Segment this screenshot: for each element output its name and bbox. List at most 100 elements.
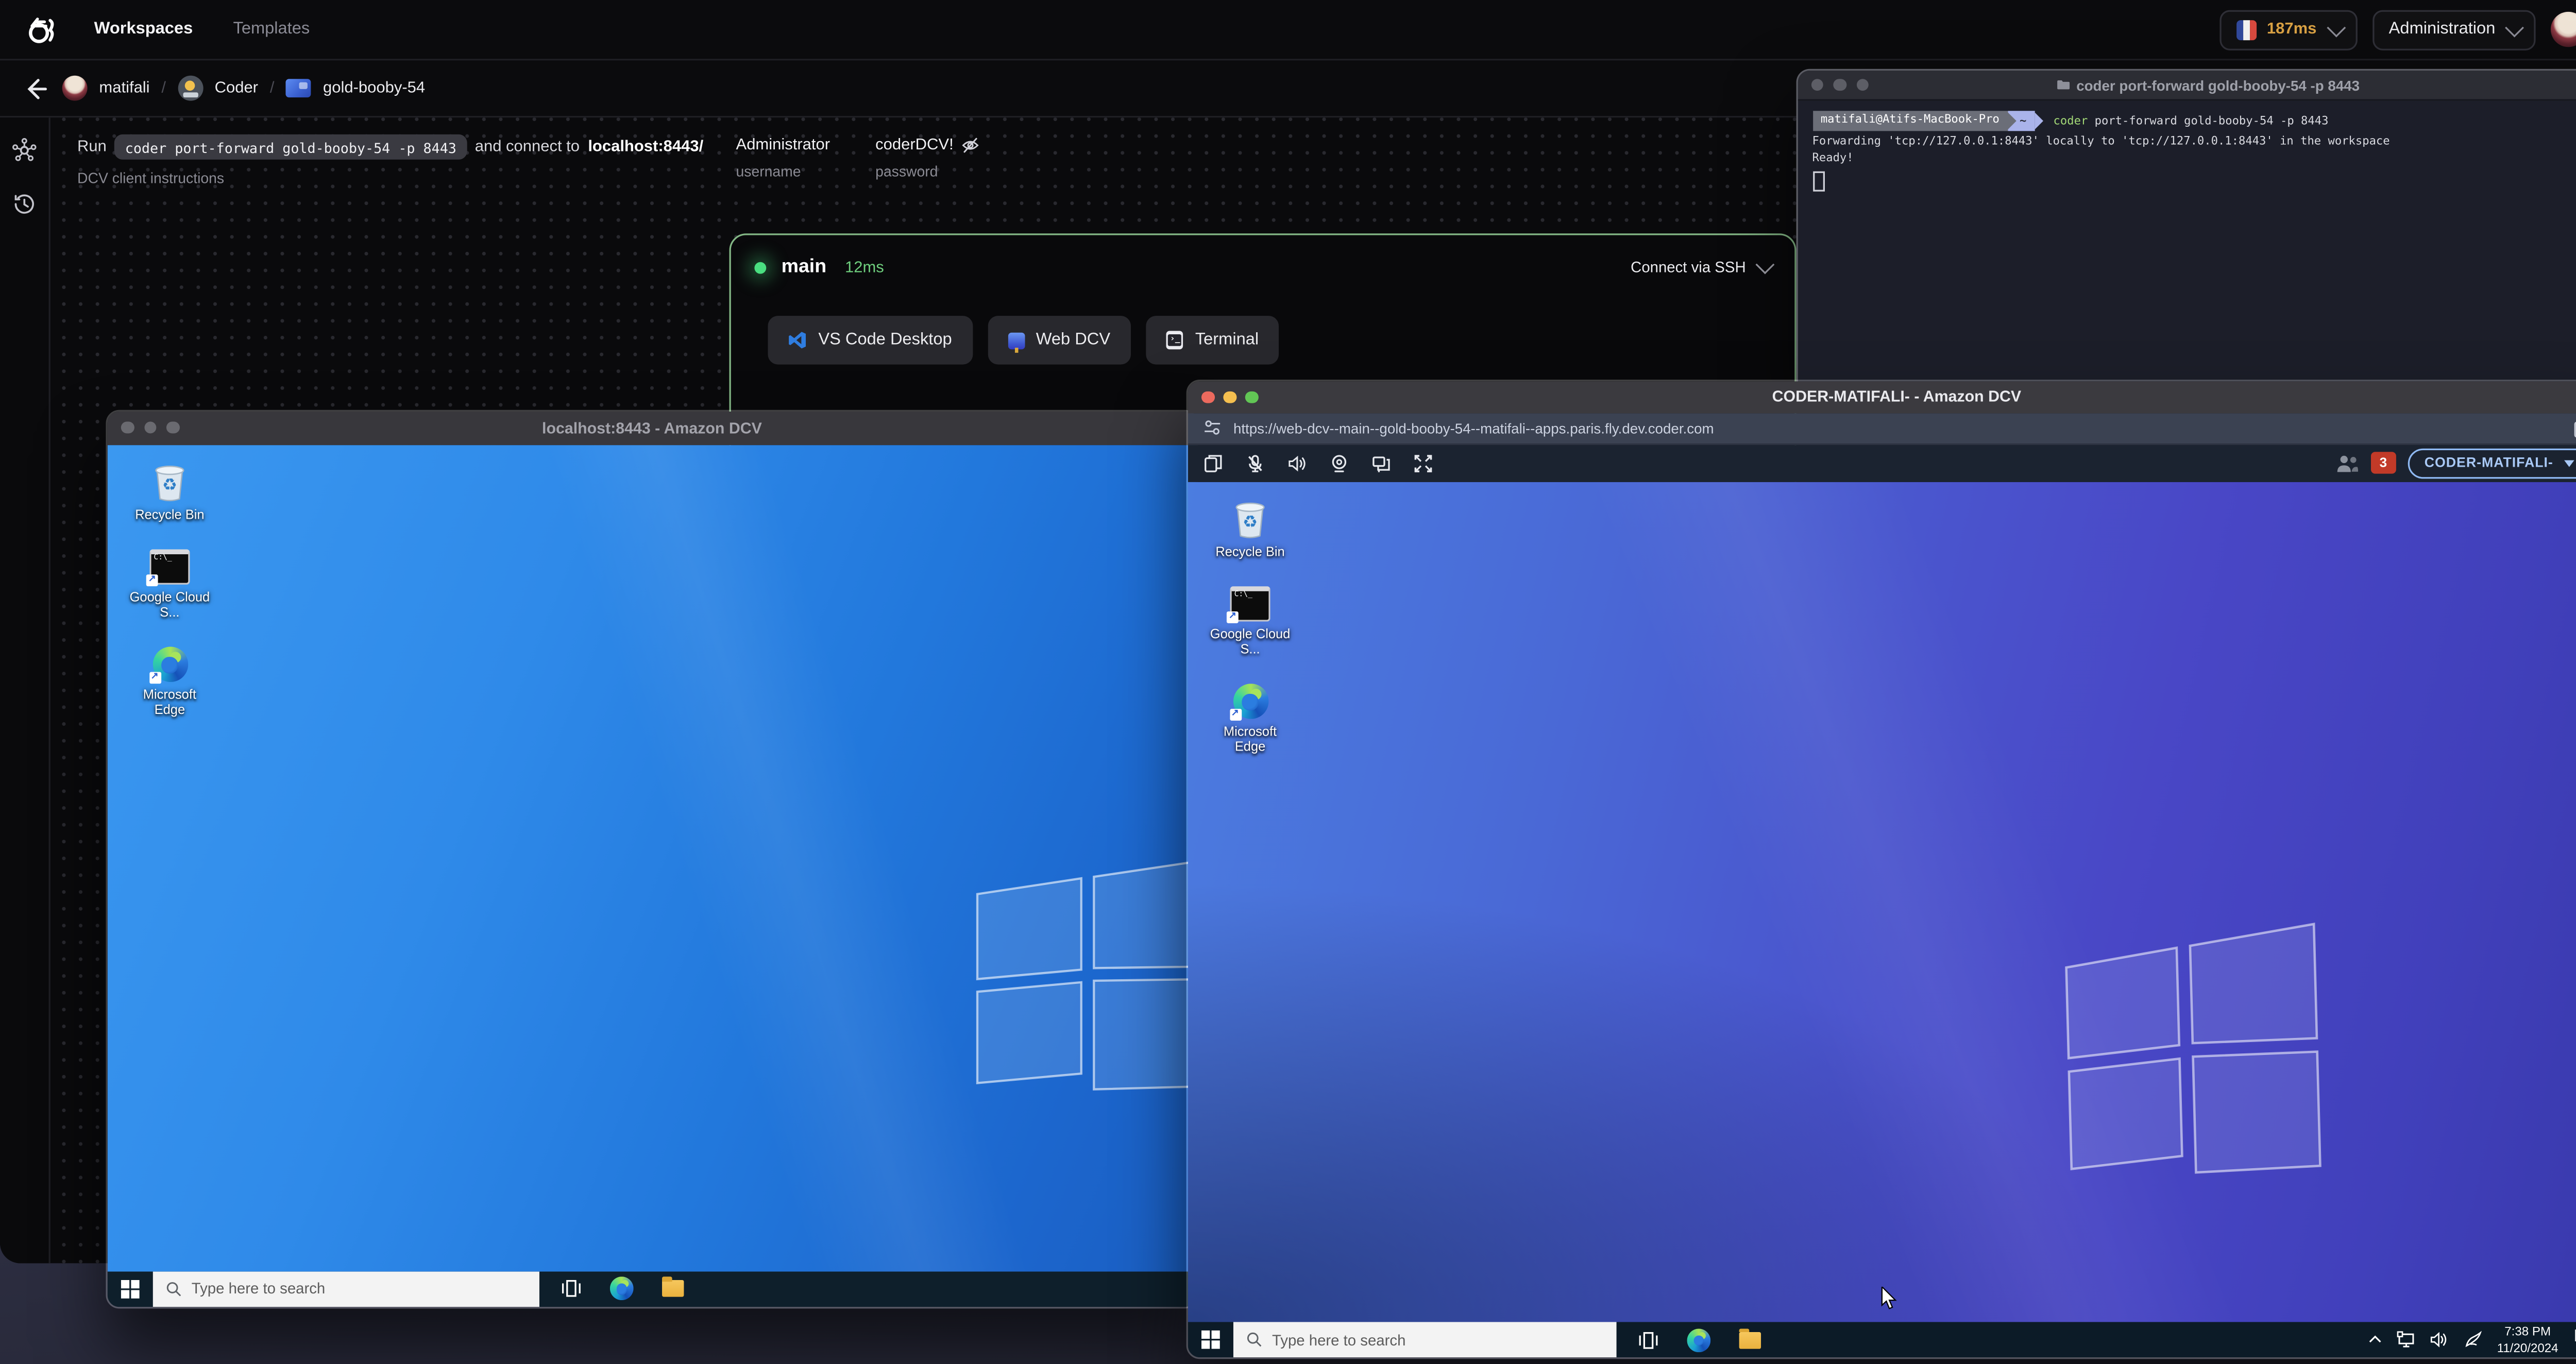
tab-workspaces[interactable]: Workspaces <box>94 20 193 39</box>
desktop-icon-recycle-bin[interactable]: ♻ Recycle Bin <box>128 461 212 522</box>
volume-icon[interactable] <box>2430 1331 2450 1349</box>
port-forward-command[interactable]: coder port-forward gold-booby-54 -p 8443 <box>115 134 467 160</box>
nav-tabs: Workspaces Templates <box>94 20 310 39</box>
password-block: coderDCV! password <box>875 136 980 180</box>
top-navbar: Workspaces Templates 187ms Administratio… <box>0 0 2576 61</box>
clock-date: 11/20/2024 <box>2497 1339 2558 1355</box>
vscode-desktop-button[interactable]: VS Code Desktop <box>768 316 972 365</box>
agent-row: main 12ms Connect via SSH <box>731 235 1795 277</box>
agent-apps: VS Code Desktop Web DCV Terminal <box>768 316 1279 365</box>
desktop-icon-recycle-bin[interactable]: ♻ Recycle Bin <box>1208 498 1292 559</box>
collaborators-icon[interactable] <box>2335 453 2359 473</box>
administration-button[interactable]: Administration <box>2372 9 2536 50</box>
desktop-icon-google-cloud[interactable]: ↗ Google Cloud S... <box>128 544 212 620</box>
taskbar-search[interactable]: Type here to search <box>1233 1321 1617 1357</box>
pen-icon[interactable] <box>2464 1331 2484 1349</box>
breadcrumb-workspace[interactable]: gold-booby-54 <box>323 79 425 97</box>
breadcrumb-separator: / <box>161 79 166 98</box>
desktop-icon-label: Recycle Bin <box>135 506 205 522</box>
svg-text:♻: ♻ <box>1243 511 1258 531</box>
app-button-label: VS Code Desktop <box>818 331 952 350</box>
tab-templates[interactable]: Templates <box>233 20 310 39</box>
windows-desktop[interactable]: ♻ Recycle Bin ↗ Google Cloud S... ↗ <box>1188 481 2576 1321</box>
tune-icon[interactable] <box>1203 419 1222 437</box>
vscode-icon <box>789 332 806 349</box>
url-text[interactable]: https://web-dcv--main--gold-booby-54--ma… <box>1233 419 1714 436</box>
workspace-credentials: Administrator username coderDCV! passwor… <box>736 136 980 180</box>
connect-via-ssh-button[interactable]: Connect via SSH <box>1631 255 1775 276</box>
taskbar-edge-button[interactable] <box>597 1271 647 1306</box>
system-tray: 7:38 PM 11/20/2024 1 <box>2368 1321 2576 1356</box>
task-view-icon <box>1639 1331 1658 1349</box>
recycle-bin-icon: ♻ <box>1235 502 1265 538</box>
window-titlebar[interactable]: localhost:8443 - Amazon DCV <box>107 411 1197 445</box>
desktop-icon-google-cloud[interactable]: ↗ Google Cloud S... <box>1208 581 1292 657</box>
terminal-prompt-line: matifali@Atifs-MacBook-Pro ~ coder port-… <box>1812 111 2576 131</box>
owner-avatar <box>62 75 88 101</box>
displays-icon[interactable] <box>1371 453 1391 473</box>
agent-status-dot <box>754 261 767 273</box>
desktop-icon-label: Recycle Bin <box>1215 543 1285 559</box>
task-view-icon <box>562 1280 581 1297</box>
task-view-button[interactable] <box>1623 1321 1674 1356</box>
volume-icon[interactable] <box>1287 453 1307 473</box>
coder-logo-icon[interactable] <box>24 12 57 46</box>
network-display-icon[interactable] <box>2396 1331 2416 1349</box>
terminal-window-title: coder port-forward gold-booby-54 -p 8443 <box>2076 76 2360 93</box>
breadcrumb-separator: / <box>269 79 275 98</box>
mic-off-icon[interactable] <box>1245 453 1265 473</box>
edge-icon <box>1687 1327 1711 1352</box>
desktop-icon-edge[interactable]: ↗ Microsoft Edge <box>128 642 212 718</box>
user-avatar[interactable] <box>2550 11 2576 47</box>
clipboard-icon[interactable] <box>2572 418 2576 438</box>
username-value: Administrator <box>736 136 831 155</box>
window-icon[interactable] <box>1203 453 1223 473</box>
eye-off-icon[interactable] <box>962 136 980 155</box>
windows-desktop[interactable]: ♻ Recycle Bin ↗ Google Cloud S... ↗ <box>107 444 1197 1271</box>
terminal-titlebar[interactable]: coder port-forward gold-booby-54 -p 8443 <box>1797 70 2576 101</box>
workspace-sidebar <box>0 117 50 1264</box>
chevron-down-icon <box>1755 255 1775 275</box>
terminal-button[interactable]: Terminal <box>1145 316 1279 365</box>
chevron-down-icon <box>2326 18 2346 37</box>
taskbar-clock[interactable]: 7:38 PM 11/20/2024 <box>2497 1323 2558 1356</box>
desktop-icon-label: Microsoft Edge <box>143 687 196 718</box>
windows-taskbar: Type here to search <box>107 1271 1197 1306</box>
history-icon[interactable] <box>12 192 37 217</box>
fullscreen-icon[interactable] <box>1413 453 1433 473</box>
breadcrumb-owner[interactable]: matifali <box>99 79 149 97</box>
shortcut-arrow-icon: ↗ <box>148 672 161 684</box>
agent-latency: 12ms <box>845 258 884 277</box>
taskbar-explorer-button[interactable] <box>1724 1321 1774 1356</box>
username-label: username <box>736 163 801 180</box>
window-titlebar[interactable]: CODER-MATIFALI- - Amazon DCV <box>1188 380 2576 414</box>
start-button[interactable] <box>1188 1321 1233 1356</box>
dcv-window-coder-matifali: CODER-MATIFALI- - Amazon DCV https://web… <box>1186 379 2576 1358</box>
webcam-icon[interactable] <box>1329 453 1349 473</box>
taskbar-explorer-button[interactable] <box>647 1271 698 1306</box>
resources-topology-icon[interactable] <box>12 138 37 163</box>
run-prefix: Run <box>77 138 107 157</box>
start-button[interactable] <box>108 1271 153 1306</box>
back-arrow-icon[interactable] <box>24 76 47 100</box>
chevron-up-icon[interactable] <box>2368 1332 2383 1347</box>
task-view-button[interactable] <box>546 1271 597 1306</box>
shortcut-arrow-icon: ↗ <box>1226 611 1239 623</box>
folder-icon <box>2057 80 2070 90</box>
shortcut-arrow-icon: ↗ <box>1229 709 1241 721</box>
taskbar-search[interactable]: Type here to search <box>152 1271 539 1306</box>
search-placeholder: Type here to search <box>191 1280 326 1297</box>
dcv-client-instructions-link[interactable]: DCV client instructions <box>77 169 703 186</box>
latency-button[interactable]: 187ms <box>2219 9 2357 50</box>
desktop-icons: ♻ Recycle Bin ↗ Google Cloud S... ↗ <box>128 461 212 718</box>
desktop-icon-edge[interactable]: ↗ Microsoft Edge <box>1208 679 1292 755</box>
web-dcv-button[interactable]: Web DCV <box>987 316 1131 365</box>
session-menu-label: CODER-MATIFALI- <box>2424 455 2553 471</box>
terminal-body[interactable]: matifali@Atifs-MacBook-Pro ~ coder port-… <box>1797 101 2576 201</box>
notification-center-button[interactable]: 1 <box>2572 1324 2576 1355</box>
session-menu-button[interactable]: CODER-MATIFALI- <box>2408 448 2576 478</box>
app-button-label: Web DCV <box>1036 331 1111 350</box>
breadcrumb-template[interactable]: Coder <box>215 79 258 97</box>
taskbar-edge-button[interactable] <box>1673 1321 1724 1356</box>
window-title: localhost:8443 - Amazon DCV <box>542 419 762 436</box>
